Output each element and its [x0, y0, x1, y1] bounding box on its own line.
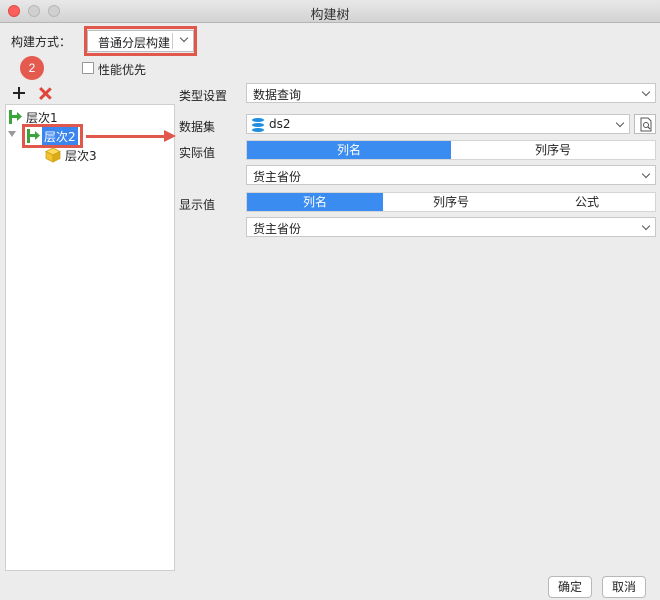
type-setting-value: 数据查询 — [253, 88, 302, 102]
expand-toggle-icon[interactable] — [8, 131, 16, 137]
actual-tab-column-name[interactable]: 列名 — [247, 141, 451, 159]
level-icon — [9, 110, 22, 124]
add-level-button[interactable] — [12, 86, 26, 100]
ok-button[interactable]: 确定 — [548, 576, 592, 598]
dataset-label: 数据集 — [179, 120, 216, 134]
level-tree — [5, 104, 175, 571]
delete-level-button[interactable] — [38, 86, 52, 100]
annotation-arrow — [86, 135, 168, 138]
dataset-value: ds2 — [269, 117, 291, 131]
display-tab-column-name[interactable]: 列名 — [247, 193, 383, 211]
chevron-down-icon — [615, 118, 625, 128]
actual-column-value: 货主省份 — [253, 170, 302, 184]
preview-dataset-button[interactable] — [634, 114, 656, 134]
database-icon — [252, 118, 264, 132]
actual-column-select[interactable]: 货主省份 — [246, 165, 656, 185]
display-value-mode-toggle: 列名 列序号 公式 — [246, 192, 656, 212]
preview-icon — [640, 117, 652, 132]
display-column-select[interactable]: 货主省份 — [246, 217, 656, 237]
performance-first-checkbox[interactable] — [82, 62, 94, 74]
type-setting-select[interactable]: 数据查询 — [246, 83, 656, 103]
build-tree-dialog: 构建树 构建方式： 普通分层构建 2 性能优先 层次1 层次2 层次3 类型设置… — [0, 0, 660, 600]
actual-tab-column-index[interactable]: 列序号 — [451, 141, 655, 159]
build-mode-label: 构建方式： — [11, 35, 72, 49]
title-bar: 构建树 — [0, 0, 660, 23]
step-badge: 2 — [20, 56, 44, 80]
annotation-highlight-box — [22, 124, 83, 148]
chevron-down-icon — [641, 169, 651, 179]
window-title: 构建树 — [310, 8, 350, 23]
annotation-highlight-box — [84, 26, 197, 56]
display-value-label: 显示值 — [179, 198, 216, 212]
performance-first-label: 性能优先 — [98, 63, 147, 77]
dataset-select[interactable]: ds2 — [246, 114, 630, 134]
type-setting-label: 类型设置 — [179, 89, 228, 103]
tree-node-label: 层次3 — [65, 149, 97, 163]
tree-node-level3[interactable]: 层次3 — [45, 146, 115, 164]
cancel-button[interactable]: 取消 — [602, 576, 646, 598]
display-column-value: 货主省份 — [253, 222, 302, 236]
chevron-down-icon — [641, 221, 651, 231]
chevron-down-icon — [641, 87, 651, 97]
annotation-arrow-head — [164, 130, 176, 142]
actual-value-mode-toggle: 列名 列序号 — [246, 140, 656, 160]
display-tab-formula[interactable]: 公式 — [519, 193, 655, 211]
cube-icon — [45, 147, 61, 163]
actual-value-label: 实际值 — [179, 146, 216, 160]
display-tab-column-index[interactable]: 列序号 — [383, 193, 519, 211]
